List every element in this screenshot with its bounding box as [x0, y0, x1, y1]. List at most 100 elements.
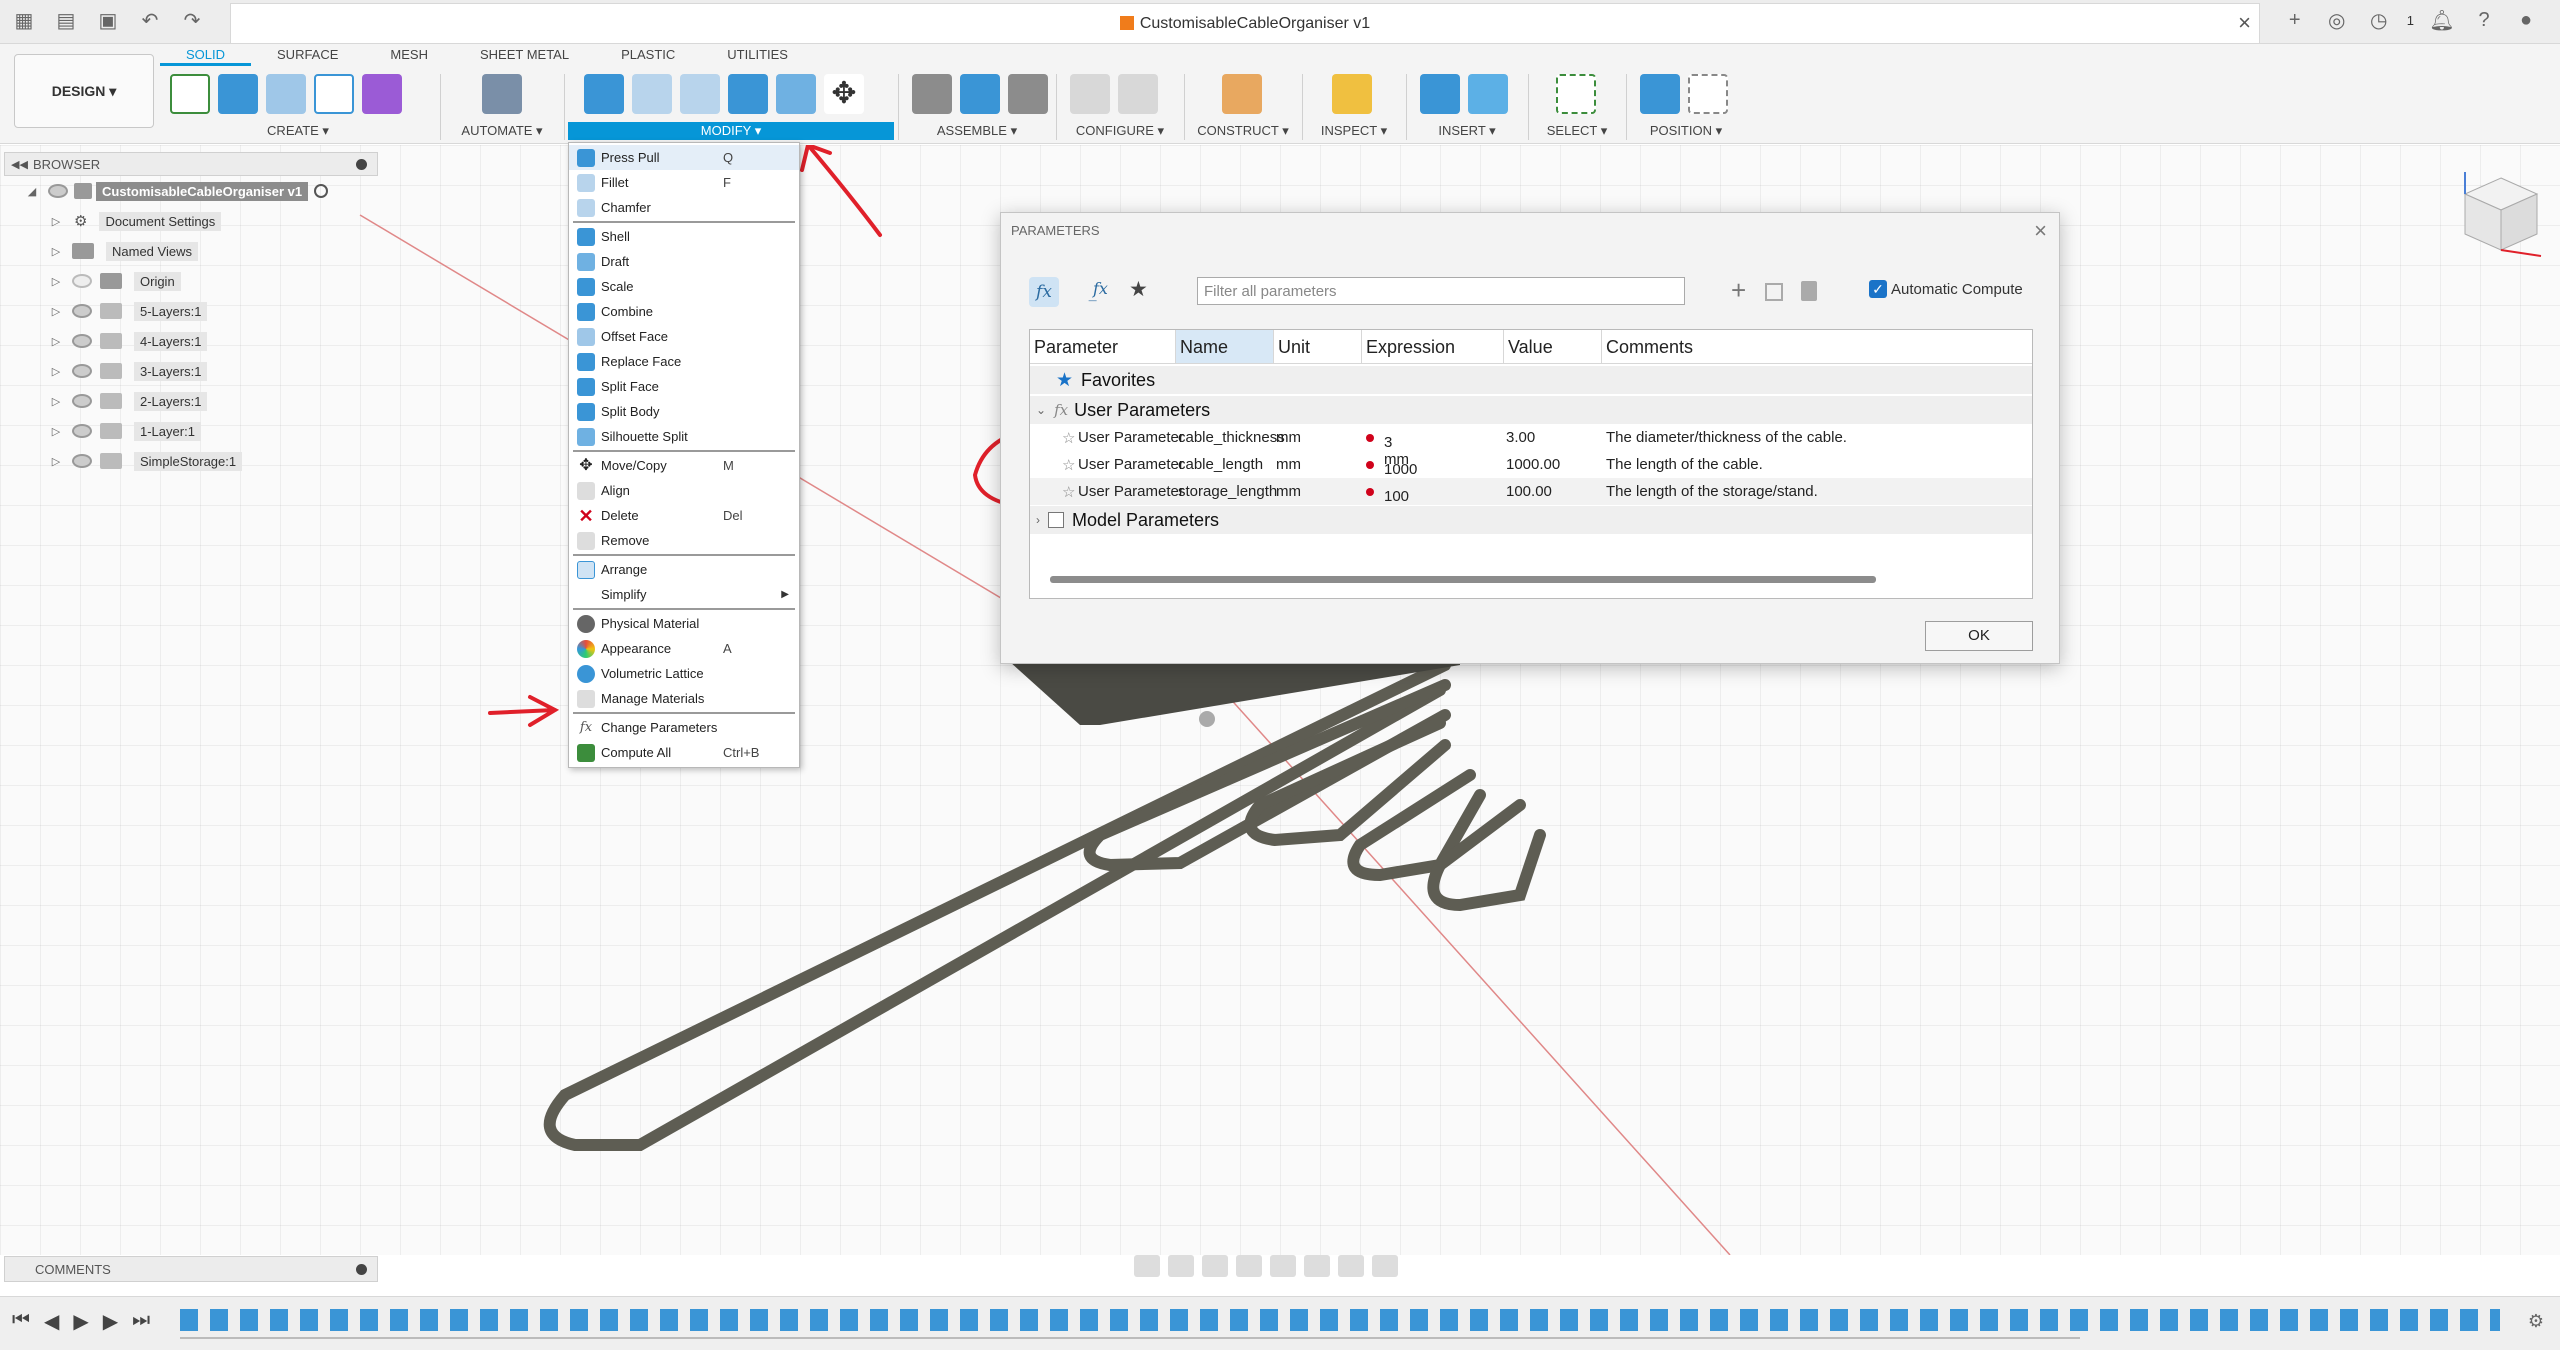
menu-item-appearance[interactable]: Appearance A	[569, 636, 799, 661]
tree-item-5-layers[interactable]: ▷ 5-Layers:1	[4, 296, 378, 326]
menu-item-volumetric-lattice[interactable]: Volumetric Lattice	[569, 661, 799, 686]
expand-chevron-icon[interactable]: ›	[1036, 513, 1040, 527]
visibility-icon[interactable]	[72, 304, 92, 318]
look-at-icon[interactable]	[1168, 1255, 1194, 1277]
param-name[interactable]: cable_thickness	[1178, 429, 1285, 446]
tree-item-simple-storage[interactable]: ▷ SimpleStorage:1	[4, 446, 378, 476]
menu-item-chamfer[interactable]: Chamfer	[569, 195, 799, 220]
document-tab[interactable]: CustomisableCableOrganiser v1 ×	[230, 3, 2260, 43]
inspect-menu-label[interactable]: INSPECT ▾	[1306, 122, 1402, 140]
delete-parameter-icon[interactable]	[1801, 281, 1817, 301]
menu-item-manage-materials[interactable]: Manage Materials	[569, 686, 799, 711]
comments-panel[interactable]: COMMENTS	[4, 1256, 378, 1282]
create-menu-label[interactable]: CREATE ▾	[160, 122, 436, 140]
menu-item-arrange[interactable]: Arrange	[569, 557, 799, 582]
param-name[interactable]: cable_length	[1178, 456, 1263, 473]
menu-item-move-copy[interactable]: ✥ Move/Copy M	[569, 453, 799, 478]
save-icon[interactable]: ▣	[94, 6, 122, 34]
measure-icon[interactable]	[1332, 74, 1372, 114]
tab-mesh[interactable]: MESH	[364, 44, 454, 66]
visibility-icon[interactable]	[48, 184, 68, 198]
table-row[interactable]: ☆ User Parameter storage_length mm 100 m…	[1030, 478, 2032, 522]
expand-icon[interactable]: ▷	[48, 395, 64, 408]
tab-sheet-metal[interactable]: SHEET METAL	[454, 44, 595, 66]
automate-icon[interactable]	[482, 74, 522, 114]
job-status-icon[interactable]: ◷	[2365, 6, 2393, 34]
insert-group[interactable]: INSERT ▾	[1410, 66, 1524, 144]
user-parameters-filter-icon[interactable]: f̲x	[1093, 279, 1108, 298]
press-pull-icon[interactable]	[584, 74, 624, 114]
zoom-icon[interactable]	[1236, 1255, 1262, 1277]
go-to-end-icon[interactable]: ⏭	[132, 1309, 150, 1334]
tab-plastic[interactable]: PLASTIC	[595, 44, 701, 66]
construct-menu-label[interactable]: CONSTRUCT ▾	[1188, 122, 1298, 140]
param-comment[interactable]: The length of the cable.	[1606, 456, 1763, 473]
position-revert-icon[interactable]	[1688, 74, 1728, 114]
joint-icon[interactable]	[912, 74, 952, 114]
menu-item-change-parameters[interactable]: fx Change Parameters	[569, 715, 799, 740]
param-comment[interactable]: The diameter/thickness of the cable.	[1606, 429, 1847, 446]
browser-header[interactable]: ◀◀ BROWSER	[4, 152, 378, 176]
tree-item-2-layers[interactable]: ▷ 2-Layers:1	[4, 386, 378, 416]
visibility-icon[interactable]	[72, 394, 92, 408]
configure-group[interactable]: CONFIGURE ▾	[1060, 66, 1180, 144]
column-header-unit[interactable]: Unit	[1274, 330, 1362, 364]
tree-item-document-settings[interactable]: ▷ ⚙ Document Settings	[4, 206, 378, 236]
menu-item-press-pull[interactable]: Press Pull Q	[569, 145, 799, 170]
horizontal-scrollbar[interactable]	[1050, 576, 1876, 583]
notifications-icon[interactable]: 🔔︎	[2428, 6, 2456, 34]
view-cube[interactable]	[2455, 168, 2547, 260]
menu-item-fillet[interactable]: Fillet F	[569, 170, 799, 195]
comments-pin-icon[interactable]	[356, 1264, 367, 1275]
favorite-star-icon[interactable]: ☆	[1062, 456, 1075, 474]
tab-surface[interactable]: SURFACE	[251, 44, 364, 66]
menu-item-replace-face[interactable]: Replace Face	[569, 349, 799, 374]
menu-item-split-body[interactable]: Split Body	[569, 399, 799, 424]
column-header-value[interactable]: Value	[1504, 330, 1602, 364]
hole-icon[interactable]	[266, 74, 306, 114]
favorites-section[interactable]: ★ Favorites	[1030, 366, 2032, 394]
expand-icon[interactable]: ▷	[48, 215, 64, 228]
close-dialog-icon[interactable]: ×	[2034, 218, 2047, 244]
assemble-menu-label[interactable]: ASSEMBLE ▾	[902, 122, 1052, 140]
pan-icon[interactable]	[1202, 1255, 1228, 1277]
column-header-name[interactable]: Name	[1176, 330, 1274, 364]
apps-grid-icon[interactable]: ▦	[10, 6, 38, 34]
move-icon[interactable]: ✥	[824, 74, 864, 114]
param-name[interactable]: storage_length	[1178, 483, 1277, 500]
workspace-switcher-button[interactable]: DESIGN ▾	[14, 54, 154, 128]
automate-group[interactable]: AUTOMATE ▾	[444, 66, 560, 144]
menu-item-draft[interactable]: Draft	[569, 249, 799, 274]
new-component-icon[interactable]	[960, 74, 1000, 114]
expand-icon[interactable]: ▷	[48, 335, 64, 348]
modify-group[interactable]: ✥ MODIFY ▾	[568, 66, 894, 144]
form-icon[interactable]	[362, 74, 402, 114]
grid-settings-icon[interactable]	[1338, 1255, 1364, 1277]
go-to-start-icon[interactable]: ⏮	[12, 1309, 30, 1334]
expand-icon[interactable]: ▷	[48, 455, 64, 468]
new-tab-icon[interactable]: +	[2281, 6, 2309, 34]
redo-icon[interactable]: ↷	[178, 6, 206, 34]
menu-item-split-face[interactable]: Split Face	[569, 374, 799, 399]
table-row[interactable]: ☆ User Parameter cable_thickness mm 3 mm…	[1030, 424, 2032, 468]
timeline-settings-icon[interactable]: ⚙	[2528, 1311, 2544, 1332]
all-parameters-fx-icon[interactable]: fx	[1029, 277, 1059, 307]
construct-group[interactable]: CONSTRUCT ▾	[1188, 66, 1298, 144]
column-header-parameter[interactable]: Parameter	[1030, 330, 1176, 364]
expand-icon[interactable]: ▷	[48, 275, 64, 288]
combine-icon[interactable]	[776, 74, 816, 114]
menu-item-delete[interactable]: ✕ Delete Del	[569, 503, 799, 528]
select-menu-label[interactable]: SELECT ▾	[1532, 122, 1622, 140]
expand-icon[interactable]: ▷	[48, 365, 64, 378]
automate-menu-label[interactable]: AUTOMATE ▾	[444, 122, 560, 140]
column-header-expression[interactable]: Expression	[1362, 330, 1504, 364]
tree-root[interactable]: ◢ CustomisableCableOrganiser v1	[4, 176, 378, 206]
ok-button[interactable]: OK	[1925, 621, 2033, 651]
visibility-icon[interactable]	[72, 334, 92, 348]
favorites-filter-star-icon[interactable]: ★	[1129, 277, 1148, 302]
help-icon[interactable]: ?	[2470, 6, 2498, 34]
expand-icon[interactable]: ▷	[48, 305, 64, 318]
menu-item-physical-material[interactable]: Physical Material	[569, 611, 799, 636]
menu-item-combine[interactable]: Combine	[569, 299, 799, 324]
inspect-group[interactable]: INSPECT ▾	[1306, 66, 1402, 144]
